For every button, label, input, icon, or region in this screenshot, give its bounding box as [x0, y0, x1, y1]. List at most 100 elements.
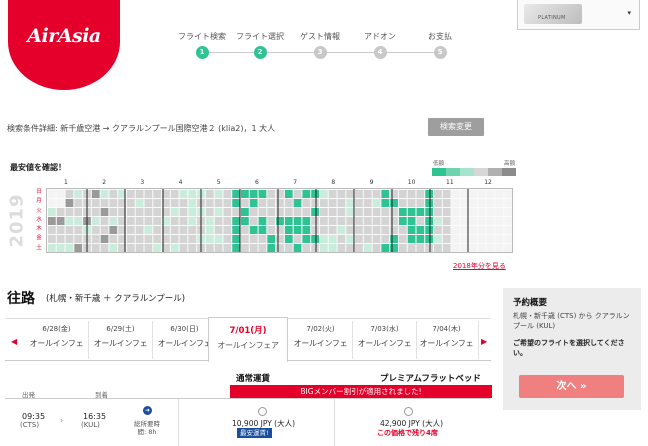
step-flight-select[interactable]: フライト選択 2 [226, 30, 294, 59]
calendar-day-cell[interactable] [477, 217, 486, 225]
calendar-day-cell[interactable] [495, 190, 504, 198]
calendar-day-cell[interactable] [346, 235, 355, 243]
calendar-day-cell[interactable] [372, 226, 381, 234]
calendar-day-cell[interactable] [241, 199, 249, 207]
calendar-day-cell[interactable] [390, 244, 398, 252]
calendar-day-cell[interactable] [477, 226, 486, 234]
calendar-day-cell[interactable] [56, 190, 65, 198]
calendar-day-cell[interactable] [293, 226, 302, 234]
calendar-day-cell[interactable] [328, 226, 337, 234]
calendar-day-cell[interactable] [363, 226, 372, 234]
calendar-day-cell[interactable] [311, 208, 319, 216]
calendar-day-cell[interactable] [74, 190, 83, 198]
calendar-day-cell[interactable] [170, 208, 179, 216]
calendar-day-cell[interactable] [337, 235, 346, 243]
calendar-day-cell[interactable] [451, 208, 460, 216]
calendar-day-cell[interactable] [381, 190, 390, 198]
calendar-day-cell[interactable] [109, 190, 118, 198]
calendar-day-cell[interactable] [214, 190, 223, 198]
calendar-day-cell[interactable] [319, 217, 328, 225]
calendar-day-cell[interactable] [363, 208, 372, 216]
calendar-day-cell[interactable] [267, 199, 276, 207]
calendar-day-cell[interactable] [328, 199, 337, 207]
calendar-day-cell[interactable] [311, 235, 319, 243]
calendar-day-cell[interactable] [276, 235, 284, 243]
calendar-day-cell[interactable] [407, 235, 416, 243]
calendar-day-cell[interactable] [232, 244, 241, 252]
calendar-day-cell[interactable] [135, 190, 144, 198]
calendar-day-cell[interactable] [398, 199, 407, 207]
calendar-day-cell[interactable] [372, 217, 381, 225]
calendar-day-cell[interactable] [100, 208, 109, 216]
flight-details-icon[interactable]: ➜ [143, 406, 152, 415]
calendar-day-cell[interactable] [451, 199, 460, 207]
calendar-day-cell[interactable] [311, 199, 319, 207]
calendar-day-cell[interactable] [276, 190, 284, 198]
calendar-day-cell[interactable] [495, 217, 504, 225]
calendar-day-cell[interactable] [469, 199, 477, 207]
calendar-day-cell[interactable] [241, 217, 249, 225]
calendar-day-cell[interactable] [258, 244, 267, 252]
calendar-day-cell[interactable] [504, 235, 512, 243]
calendar-day-cell[interactable] [179, 217, 188, 225]
calendar-day-cell[interactable] [311, 244, 319, 252]
calendar-day-cell[interactable] [205, 226, 214, 234]
calendar-day-cell[interactable] [355, 217, 363, 225]
calendar-day-cell[interactable] [363, 190, 372, 198]
calendar-day-cell[interactable] [486, 244, 495, 252]
calendar-day-cell[interactable] [434, 199, 442, 207]
calendar-day-cell[interactable] [486, 190, 495, 198]
calendar-day-cell[interactable] [91, 199, 100, 207]
calendar-day-cell[interactable] [434, 244, 442, 252]
calendar-day-cell[interactable] [372, 244, 381, 252]
calendar-day-cell[interactable] [477, 199, 486, 207]
calendar-day-cell[interactable] [126, 199, 135, 207]
calendar-day-cell[interactable] [241, 190, 249, 198]
calendar-day-cell[interactable] [460, 208, 469, 216]
calendar-day-cell[interactable] [48, 226, 56, 234]
calendar-day-cell[interactable] [241, 208, 249, 216]
calendar-day-cell[interactable] [328, 190, 337, 198]
calendar-day-cell[interactable] [109, 226, 118, 234]
calendar-day-cell[interactable] [214, 217, 223, 225]
calendar-day-cell[interactable] [249, 190, 258, 198]
date-tab[interactable]: 6/29(土) オールインフェ [89, 321, 153, 359]
calendar-day-cell[interactable] [346, 217, 355, 225]
calendar-day-cell[interactable] [249, 226, 258, 234]
calendar-day-cell[interactable] [170, 244, 179, 252]
calendar-day-cell[interactable] [100, 190, 109, 198]
calendar-day-cell[interactable] [495, 208, 504, 216]
prev-dates-icon[interactable]: ◀ [11, 337, 17, 346]
calendar-day-cell[interactable] [460, 190, 469, 198]
calendar-day-cell[interactable] [100, 217, 109, 225]
calendar-day-cell[interactable] [407, 226, 416, 234]
calendar-day-cell[interactable] [434, 217, 442, 225]
calendar-day-cell[interactable] [451, 226, 460, 234]
calendar-day-cell[interactable] [469, 190, 477, 198]
calendar-day-cell[interactable] [65, 199, 74, 207]
calendar-day-cell[interactable] [188, 235, 197, 243]
calendar-day-cell[interactable] [65, 226, 74, 234]
calendar-day-cell[interactable] [65, 190, 74, 198]
calendar-day-cell[interactable] [144, 244, 153, 252]
calendar-day-cell[interactable] [91, 190, 100, 198]
calendar-day-cell[interactable] [205, 217, 214, 225]
calendar-day-cell[interactable] [74, 244, 83, 252]
calendar-day-cell[interactable] [56, 244, 65, 252]
calendar-day-cell[interactable] [337, 217, 346, 225]
calendar-day-cell[interactable] [416, 226, 425, 234]
calendar-day-cell[interactable] [144, 217, 153, 225]
calendar-day-cell[interactable] [469, 226, 477, 234]
calendar-day-cell[interactable] [223, 190, 232, 198]
calendar-day-cell[interactable] [302, 190, 311, 198]
calendar-day-cell[interactable] [135, 199, 144, 207]
calendar-day-cell[interactable] [293, 217, 302, 225]
calendar-day-cell[interactable] [179, 199, 188, 207]
calendar-day-cell[interactable] [48, 217, 56, 225]
calendar-day-cell[interactable] [232, 226, 241, 234]
date-tab[interactable]: 7/04(木) オールインフェ [415, 321, 479, 359]
calendar-day-cell[interactable] [398, 226, 407, 234]
calendar-day-cell[interactable] [425, 217, 434, 225]
calendar-day-cell[interactable] [425, 208, 434, 216]
calendar-day-cell[interactable] [495, 199, 504, 207]
